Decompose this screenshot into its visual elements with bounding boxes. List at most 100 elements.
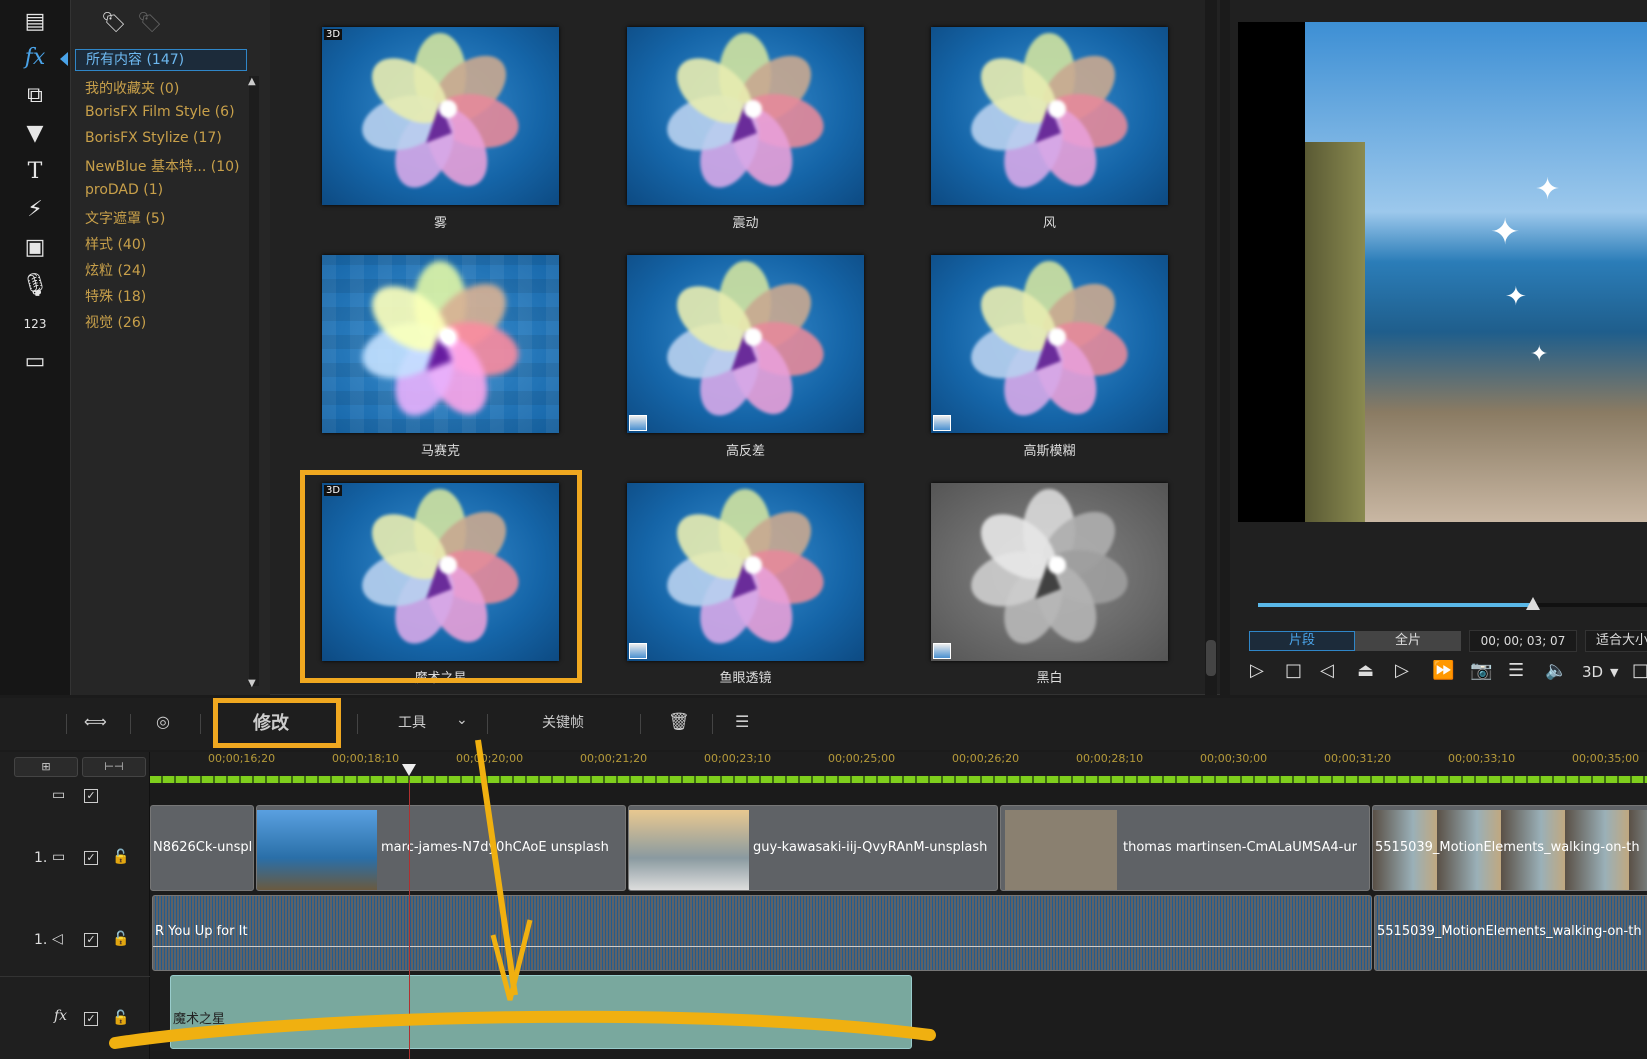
- category-item[interactable]: NewBlue 基本特... (10): [85, 156, 240, 176]
- preview-progress-fill: [1258, 603, 1533, 607]
- fit-button[interactable]: ⊢⊣: [82, 757, 146, 777]
- add-track-button[interactable]: ⊞: [14, 757, 78, 777]
- category-item[interactable]: proDAD (1): [85, 182, 163, 198]
- category-item[interactable]: 我的收藏夹 (0): [85, 78, 179, 98]
- effect-thumbnail[interactable]: [931, 483, 1168, 661]
- more-icon[interactable]: ☰: [735, 712, 749, 731]
- timeline-marker-icon[interactable]: ◎: [156, 712, 170, 731]
- video-clip[interactable]: N8626Ck-unspl: [150, 805, 254, 891]
- chapter-icon[interactable]: ▣: [20, 234, 50, 262]
- fx-clip[interactable]: 魔术之星: [170, 975, 912, 1049]
- title-icon[interactable]: T: [20, 158, 50, 186]
- effect-label: 鱼眼透镜: [719, 671, 772, 686]
- fullscreen-icon[interactable]: □: [1632, 660, 1647, 681]
- add-tag-icon[interactable]: 🏷: [101, 10, 126, 34]
- video-clip[interactable]: thomas martinsen-CmALaUMSA4-ur: [1000, 805, 1370, 891]
- ruler-tick-label: 00;00;26;20: [952, 752, 1020, 765]
- particle-icon[interactable]: ▼: [20, 120, 50, 148]
- pinwheel-preview: [627, 27, 864, 205]
- effect-thumbnail[interactable]: [322, 255, 559, 433]
- category-item[interactable]: 特殊 (18): [85, 286, 146, 306]
- category-all[interactable]: 所有内容 (147): [75, 49, 247, 71]
- volume-line[interactable]: [153, 946, 1371, 947]
- effect-thumbnail[interactable]: [931, 27, 1168, 205]
- category-item[interactable]: BorisFX Stylize (17): [85, 130, 222, 146]
- modify-button[interactable]: 修改: [253, 709, 289, 735]
- split-icon[interactable]: ⏏: [1357, 660, 1374, 681]
- previous-frame-icon[interactable]: ◁: [1320, 660, 1334, 681]
- tools-dropdown-icon[interactable]: ⌄: [456, 712, 468, 728]
- video-clip[interactable]: guy-kawasaki-iij-QvyRAnM-unsplash: [628, 805, 998, 891]
- effect-thumbnail[interactable]: 3D: [322, 27, 559, 205]
- cliff: [1305, 142, 1365, 522]
- ruler-tick-label: 00;00;23;10: [704, 752, 772, 765]
- zoom-fit-select[interactable]: 适合大小: [1585, 630, 1647, 652]
- pinwheel-preview: [931, 27, 1168, 205]
- sparkle-icon: ✦: [1535, 172, 1561, 207]
- effect-thumbnail[interactable]: [627, 255, 864, 433]
- preview-progress-track[interactable]: [1533, 603, 1647, 607]
- 3d-dropdown-icon[interactable]: ▼: [1610, 666, 1618, 679]
- effect-thumbnail[interactable]: [627, 27, 864, 205]
- caption-icon[interactable]: ▭: [20, 348, 50, 376]
- audio-track-checkbox[interactable]: ✓: [84, 933, 98, 947]
- ruler-tick-label: 00;00;35;00: [1572, 752, 1640, 765]
- pinwheel-preview: [322, 255, 559, 433]
- fast-forward-icon[interactable]: ⏩: [1432, 660, 1454, 681]
- media-icon[interactable]: ▤: [20, 8, 50, 36]
- timecode-field[interactable]: 00; 00; 03; 07: [1469, 630, 1577, 652]
- scroll-up-icon[interactable]: ▲: [248, 76, 256, 87]
- fx-icon[interactable]: fx: [20, 44, 50, 72]
- ruler-tick-label: 00;00;21;20: [580, 752, 648, 765]
- effect-thumbnail[interactable]: [931, 255, 1168, 433]
- playhead-handle[interactable]: [402, 764, 416, 776]
- pinwheel-preview: [322, 27, 559, 205]
- scroll-thumb[interactable]: [1206, 640, 1216, 676]
- keyframe-button[interactable]: 关键帧: [542, 712, 584, 732]
- subtitle-number-icon[interactable]: 123: [20, 310, 50, 338]
- fit-timeline-icon[interactable]: ⟺: [84, 712, 107, 731]
- delete-icon[interactable]: 🗑: [668, 712, 690, 732]
- category-item[interactable]: 炫粒 (24): [85, 260, 146, 280]
- lock-icon[interactable]: 🔓: [112, 931, 129, 947]
- snapshot-icon[interactable]: 📷: [1470, 660, 1492, 681]
- category-scrollbar[interactable]: [249, 76, 259, 686]
- video-clip[interactable]: 5515039_MotionElements_walking-on-th: [1372, 805, 1647, 891]
- effect-thumbnail[interactable]: [627, 483, 864, 661]
- microphone-icon[interactable]: 🎙: [20, 272, 50, 300]
- stop-icon[interactable]: □: [1285, 660, 1302, 681]
- video-clip[interactable]: marc-james-N7dy0hCAoE unsplash: [256, 805, 626, 891]
- tab-clip[interactable]: 片段: [1249, 631, 1355, 651]
- next-frame-icon[interactable]: ▷: [1395, 660, 1409, 681]
- lock-icon[interactable]: 🔓: [112, 1010, 129, 1026]
- audio-clip[interactable]: R You Up for It: [152, 895, 1372, 971]
- transition-icon[interactable]: ⧉: [20, 82, 50, 110]
- play-icon[interactable]: ▷: [1250, 660, 1264, 681]
- scroll-down-icon[interactable]: ▼: [248, 678, 256, 689]
- pinwheel-preview: [931, 255, 1168, 433]
- video-track-checkbox[interactable]: ✓: [84, 851, 98, 865]
- fx-track-checkbox[interactable]: ✓: [84, 1012, 98, 1026]
- category-panel: 🏷 🏷 所有内容 (147) 我的收藏夹 (0) BorisFX Film St…: [70, 0, 285, 695]
- 3d-badge: 3D: [324, 29, 343, 40]
- category-item[interactable]: 样式 (40): [85, 234, 146, 254]
- track-enable-checkbox[interactable]: ✓: [84, 789, 98, 803]
- caption-icon[interactable]: ☰: [1508, 660, 1524, 681]
- fx-track: 魔术之星: [150, 975, 1647, 1051]
- tools-button[interactable]: 工具: [398, 712, 426, 732]
- category-item[interactable]: 文字遮罩 (5): [85, 208, 165, 228]
- audio-clip[interactable]: 5515039_MotionElements_walking-on-th: [1374, 895, 1647, 971]
- category-item[interactable]: 视觉 (26): [85, 312, 146, 332]
- clip-name: guy-kawasaki-iij-QvyRAnM-unsplash: [753, 840, 988, 855]
- clip-name: 魔术之星: [173, 1012, 226, 1027]
- 3d-toggle[interactable]: 3D: [1582, 663, 1603, 681]
- effects-scrollbar[interactable]: [1205, 0, 1217, 695]
- pip-icon[interactable]: ⚡: [20, 196, 50, 224]
- volume-icon[interactable]: 🔈: [1545, 660, 1567, 681]
- playhead-line: [409, 780, 410, 1059]
- category-item[interactable]: BorisFX Film Style (6): [85, 104, 235, 120]
- preview-slider-thumb[interactable]: [1526, 597, 1540, 610]
- lock-icon[interactable]: 🔓: [112, 849, 129, 865]
- remove-tag-icon[interactable]: 🏷: [137, 10, 162, 34]
- tab-full[interactable]: 全片: [1355, 631, 1461, 651]
